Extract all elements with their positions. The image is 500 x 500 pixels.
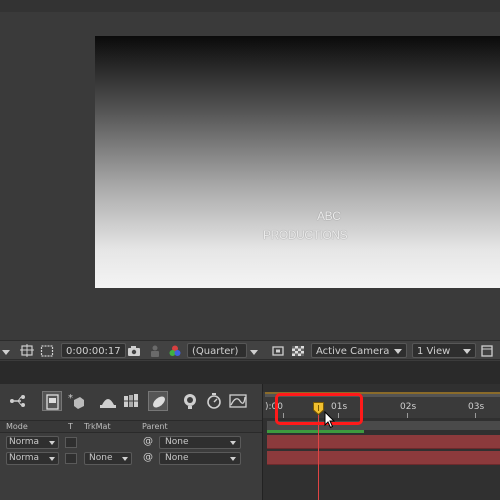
blending-mode-dropdown[interactable]: Norma [6, 452, 59, 465]
mask-visibility-icon[interactable] [40, 344, 54, 358]
resolution-dropdown[interactable]: (Quarter) [187, 343, 247, 358]
panel-separator [0, 361, 500, 384]
ruler-label-02s: 02s [400, 402, 417, 412]
timeline-panel: * Mode T TrkMat Parent Norma @ None Norm… [0, 384, 500, 500]
column-header-t[interactable]: T [68, 422, 73, 431]
live-update-icon[interactable] [42, 391, 62, 411]
hide-shy-layers-icon[interactable] [98, 391, 118, 411]
blending-mode-value: Norma [9, 453, 40, 463]
toggle-pixel-aspect-icon[interactable] [480, 344, 494, 358]
svg-text:*: * [68, 393, 73, 404]
parent-pick-whip-icon[interactable]: @ [143, 436, 153, 447]
mouse-cursor-icon [324, 411, 336, 429]
motion-blur-icon[interactable] [148, 391, 168, 411]
ruler-label-03s: 03s [468, 402, 485, 412]
snapshot-camera-icon[interactable] [127, 344, 141, 358]
layer-column-headers: Mode T TrkMat Parent [0, 420, 262, 433]
parent-pick-whip-icon[interactable]: @ [143, 452, 153, 463]
ruler-tick [475, 413, 476, 418]
track-matte-value: None [89, 453, 113, 463]
after-effects-window: ABC PRODUCTIONS 0:00:00:17 (Quarter) Act… [0, 0, 500, 500]
comp-title-line2: PRODUCTIONS [263, 228, 348, 242]
view-layout-label: 1 View [417, 346, 451, 357]
preserve-transparency-checkbox[interactable] [65, 437, 77, 448]
composition-mini-flowchart-icon[interactable] [8, 391, 28, 411]
graph-editor-icon[interactable] [228, 391, 248, 411]
composition-viewer: ABC PRODUCTIONS [0, 0, 500, 340]
layer-row[interactable]: Norma None @ None [0, 451, 262, 466]
draft-3d-icon[interactable]: * [66, 391, 86, 411]
resolution-dropdown-arrow[interactable] [250, 345, 258, 360]
parent-dropdown[interactable]: None [159, 452, 241, 465]
transparency-grid-icon[interactable] [291, 344, 305, 358]
auto-keyframe-stopwatch-icon[interactable] [204, 391, 224, 411]
3d-view-label: Active Camera [316, 346, 390, 357]
layer-duration-bar[interactable] [267, 435, 500, 449]
view-layout-dropdown[interactable]: 1 View [412, 343, 476, 358]
show-snapshot-icon[interactable] [148, 344, 162, 358]
parent-value: None [165, 453, 189, 463]
frame-blending-icon[interactable] [122, 391, 142, 411]
layer-duration-bar[interactable] [267, 451, 500, 465]
layer-outline: * Mode T TrkMat Parent Norma @ None Norm… [0, 384, 262, 500]
grid-guides-icon[interactable] [20, 344, 34, 358]
current-time-display[interactable]: 0:00:00:17 [61, 343, 126, 358]
ruler-tick [407, 413, 408, 418]
annotation-highlight-box [275, 393, 363, 425]
viewer-toolbar: 0:00:00:17 (Quarter) Active Camera 1 Vie… [0, 340, 500, 360]
column-header-parent[interactable]: Parent [142, 422, 168, 431]
viewer-header [0, 0, 500, 12]
comp-title-line1: ABC [317, 209, 341, 223]
layer-row[interactable]: Norma @ None [0, 435, 262, 450]
brainstorm-icon[interactable] [180, 391, 200, 411]
track-matte-dropdown[interactable]: None [84, 452, 132, 465]
region-of-interest-icon[interactable] [271, 344, 285, 358]
work-area-indicator [267, 430, 364, 433]
column-header-mode[interactable]: Mode [6, 422, 28, 431]
3d-view-dropdown[interactable]: Active Camera [311, 343, 407, 358]
parent-value: None [165, 437, 189, 447]
blending-mode-dropdown[interactable]: Norma [6, 436, 59, 449]
composition-frame[interactable]: ABC PRODUCTIONS [95, 36, 500, 288]
magnification-dropdown[interactable] [2, 345, 10, 360]
channel-rgb-icon[interactable] [168, 344, 182, 358]
column-header-trkmat[interactable]: TrkMat [84, 422, 111, 431]
preserve-transparency-checkbox[interactable] [65, 453, 77, 464]
blending-mode-value: Norma [9, 437, 40, 447]
parent-dropdown[interactable]: None [159, 436, 241, 449]
